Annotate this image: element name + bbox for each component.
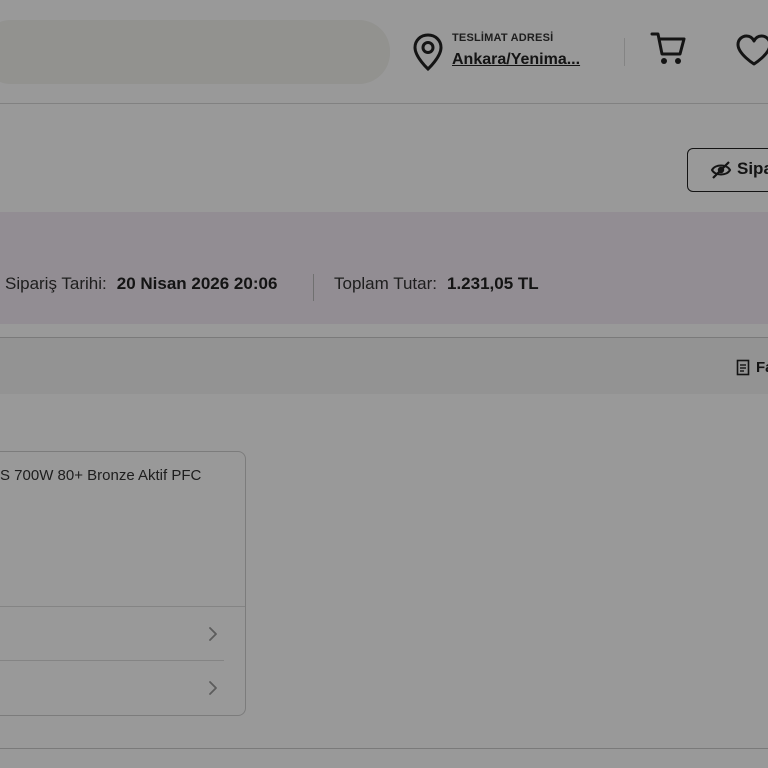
product-action-row[interactable] <box>0 607 230 660</box>
order-summary-band <box>0 212 768 324</box>
hide-order-button[interactable]: Sipa <box>687 148 768 192</box>
chevron-right-icon <box>209 627 217 641</box>
order-date: Sipariş Tarihi: 20 Nisan 2026 20:06 <box>5 274 277 294</box>
product-action-row[interactable] <box>0 661 230 714</box>
order-date-label: Sipariş Tarihi: <box>5 274 107 293</box>
product-title[interactable]: S 700W 80+ Bronze Aktif PFC <box>0 467 201 484</box>
chevron-right-icon <box>209 681 217 695</box>
delivery-address-value[interactable]: Ankara/Yenima... <box>452 51 598 69</box>
page-bottom-divider <box>0 748 768 749</box>
search-input[interactable] <box>0 20 390 84</box>
order-meta-divider <box>313 274 314 301</box>
location-pin-icon[interactable] <box>412 33 444 71</box>
order-date-value: 20 Nisan 2026 20:06 <box>116 274 278 293</box>
header-divider <box>624 38 625 66</box>
invoice-link[interactable]: Fa <box>756 359 768 376</box>
hide-order-label: Sipa <box>737 159 768 178</box>
delivery-address-label: TESLİMAT ADRESİ <box>452 32 554 44</box>
order-total-value: 1.231,05 TL <box>447 274 539 293</box>
eye-off-icon <box>710 161 732 179</box>
order-total: Toplam Tutar: 1.231,05 TL <box>334 274 539 294</box>
cart-icon[interactable] <box>650 30 686 66</box>
order-total-label: Toplam Tutar: <box>334 274 437 293</box>
heart-icon[interactable] <box>735 33 768 67</box>
site-header: TESLİMAT ADRESİ Ankara/Yenima... <box>0 0 768 104</box>
shipment-header-band <box>0 338 768 394</box>
document-icon[interactable] <box>736 359 750 376</box>
